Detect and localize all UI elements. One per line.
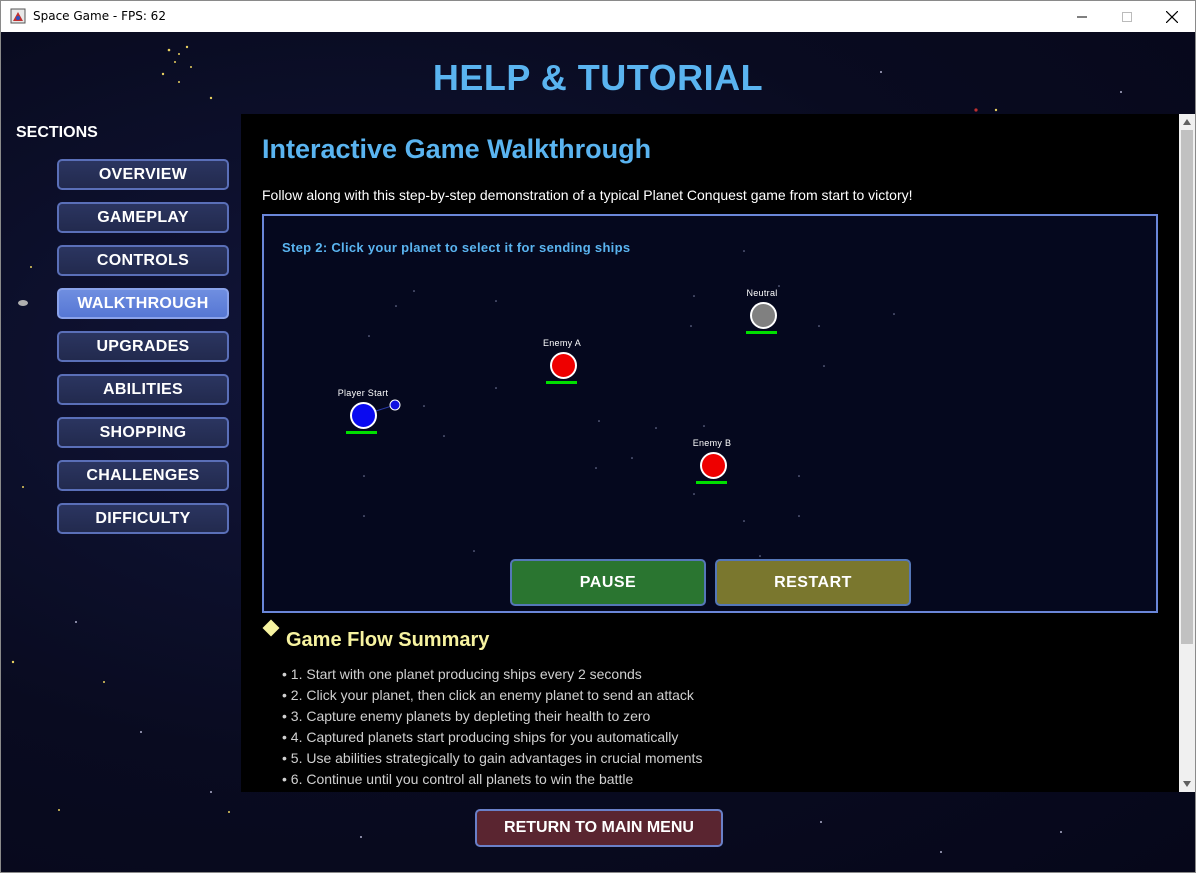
health-bar bbox=[346, 431, 377, 434]
game-window: Space Game - FPS: 62 HELP & TUTORIAL SEC… bbox=[0, 0, 1196, 873]
planet-body bbox=[750, 302, 777, 329]
health-bar bbox=[696, 481, 727, 484]
walkthrough-demo: Step 2: Click your planet to select it f… bbox=[262, 214, 1158, 613]
planet-label: Enemy A bbox=[542, 338, 582, 348]
nav-abilities-button[interactable]: ABILITIES bbox=[57, 374, 229, 405]
summary-item: • 1. Start with one planet producing shi… bbox=[282, 666, 642, 682]
scroll-down-button[interactable] bbox=[1179, 776, 1195, 792]
nav-overview-button[interactable]: OVERVIEW bbox=[57, 159, 229, 190]
nav-controls-button[interactable]: CONTROLS bbox=[57, 245, 229, 276]
planet-label: Neutral bbox=[746, 288, 778, 298]
close-button[interactable] bbox=[1149, 1, 1195, 32]
page-title: HELP & TUTORIAL bbox=[432, 57, 764, 98]
walkthrough-title: Interactive Game Walkthrough bbox=[262, 134, 652, 164]
scroll-up-button[interactable] bbox=[1179, 114, 1195, 130]
planet-body bbox=[700, 452, 727, 479]
nav-challenges-button[interactable]: CHALLENGES bbox=[57, 460, 229, 491]
maximize-icon bbox=[1122, 11, 1132, 22]
nav-gameplay-button[interactable]: GAMEPLAY bbox=[57, 202, 229, 233]
step-instruction: Step 2: Click your planet to select it f… bbox=[282, 240, 631, 255]
close-icon bbox=[1166, 10, 1178, 23]
sections-heading: SECTIONS bbox=[16, 124, 98, 141]
diamond-icon bbox=[262, 619, 280, 637]
restart-button[interactable]: RESTART bbox=[715, 559, 911, 606]
chevron-up-icon bbox=[1183, 119, 1191, 125]
content-scrollbar[interactable] bbox=[1179, 114, 1195, 792]
nav-shopping-button[interactable]: SHOPPING bbox=[57, 417, 229, 448]
nav-walkthrough-button[interactable]: WALKTHROUGH bbox=[57, 288, 229, 319]
pause-button[interactable]: PAUSE bbox=[510, 559, 706, 606]
game-canvas: HELP & TUTORIAL SECTIONS OVERVIEW GAMEPL… bbox=[1, 32, 1195, 872]
walkthrough-description: Follow along with this step-by-step demo… bbox=[262, 187, 913, 203]
summary-item: • 3. Capture enemy planets by depleting … bbox=[282, 708, 651, 724]
health-bar bbox=[546, 381, 577, 384]
nav-difficulty-button[interactable]: DIFFICULTY bbox=[57, 503, 229, 534]
summary-item: • 6. Continue until you control all plan… bbox=[282, 771, 634, 787]
demo-map bbox=[362, 250, 895, 557]
maximize-button[interactable] bbox=[1104, 1, 1150, 32]
nav-upgrades-button[interactable]: UPGRADES bbox=[57, 331, 229, 362]
summary-item: • 5. Use abilities strategically to gain… bbox=[282, 750, 703, 766]
return-to-main-menu-button[interactable]: RETURN TO MAIN MENU bbox=[475, 809, 723, 847]
minimize-button[interactable] bbox=[1059, 1, 1105, 32]
summary-list: • 1. Start with one planet producing shi… bbox=[282, 666, 702, 792]
scrollbar-thumb[interactable] bbox=[1181, 130, 1193, 644]
planet-label: Enemy B bbox=[692, 438, 732, 448]
summary-title: Game Flow Summary bbox=[286, 629, 490, 651]
app-icon bbox=[10, 8, 26, 24]
minimize-icon bbox=[1077, 16, 1087, 17]
planet-label: Player Start bbox=[337, 388, 389, 398]
health-bar bbox=[746, 331, 777, 334]
chevron-down-icon bbox=[1183, 781, 1191, 787]
planet-body bbox=[550, 352, 577, 379]
content-panel: Interactive Game Walkthrough Follow alon… bbox=[241, 114, 1179, 792]
window-title: Space Game - FPS: 62 bbox=[33, 9, 166, 23]
summary-item: • 2. Click your planet, then click an en… bbox=[282, 687, 694, 703]
planet-body bbox=[350, 402, 377, 429]
summary-item: • 4. Captured planets start producing sh… bbox=[282, 729, 679, 745]
title-bar: Space Game - FPS: 62 bbox=[1, 1, 1195, 32]
